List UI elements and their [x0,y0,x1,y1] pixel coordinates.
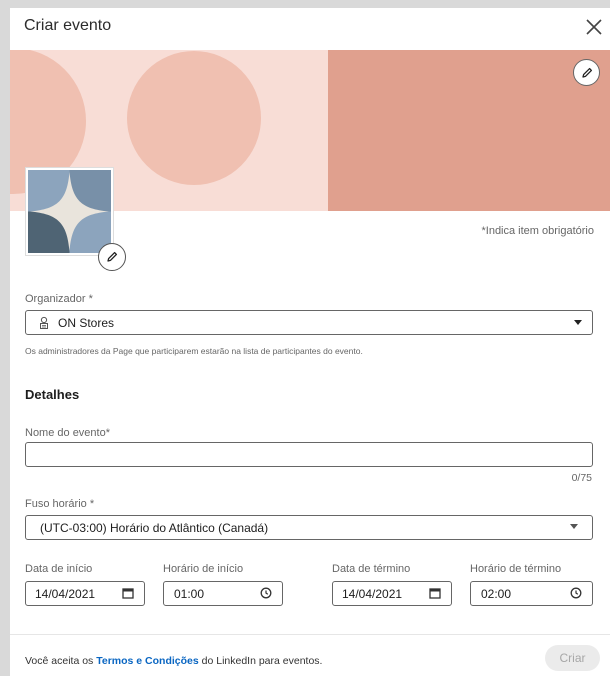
required-star: * [105,427,110,439]
timezone-select[interactable]: (UTC-03:00) Horário do Atlântico (Canadá… [25,515,593,540]
details-heading: Detalhes [25,387,80,402]
start-time-value: 01:00 [174,586,205,601]
edit-logo-button[interactable] [98,243,126,271]
required-star: * [89,498,95,510]
start-time-input[interactable]: 01:00 [163,581,283,606]
organizer-logo [25,167,114,256]
end-time-label: Horário de término [470,563,562,575]
event-name-label-text: Nome do evento [25,427,106,439]
end-date-value: 14/04/2021 [342,586,403,601]
create-event-modal: Criar evento *Indica item obrigatório Or… [10,8,610,676]
chevron-down-icon [574,320,582,325]
end-date-label: Data de término [332,563,411,575]
organizer-value: ON Stores [58,315,115,330]
start-date-input[interactable]: 14/04/2021 [25,581,145,606]
pencil-icon [107,251,118,262]
event-name-input[interactable] [25,442,593,467]
cover-right-panel [328,50,610,211]
cover-circle-center [127,51,261,185]
organizer-select[interactable]: ON Stores [25,310,593,335]
company-icon [38,316,50,330]
close-icon[interactable] [584,17,604,37]
start-time-label: Horário de início [163,563,244,575]
calendar-icon[interactable] [122,587,134,599]
timezone-label-text: Fuso horário [25,498,87,510]
modal-title: Criar evento [24,17,112,34]
terms-text: Você aceita os Termos e Condições do Lin… [25,655,322,667]
event-name-counter: 0/75 [571,472,592,484]
terms-link[interactable]: Termos e Condições [96,655,199,667]
start-date-label: Data de início [25,563,93,575]
event-name-label: Nome do evento* [25,427,110,439]
timezone-value: (UTC-03:00) Horário do Atlântico (Canadá… [40,520,269,535]
modal-header: Criar evento [10,8,610,50]
terms-text-before: Você aceita os [25,655,97,667]
terms-text-after: do LinkedIn para eventos. [198,655,323,667]
start-date-value: 14/04/2021 [35,586,96,601]
end-time-value: 02:00 [481,586,512,601]
edit-cover-button[interactable] [573,59,600,86]
clock-icon[interactable] [260,587,272,599]
chevron-down-icon [570,524,578,529]
create-button[interactable]: Criar [545,645,600,671]
required-note: *Indica item obrigatório [481,225,594,237]
organizer-label-text: Organizador [25,293,86,305]
organizer-label: Organizador * [25,293,93,305]
required-star: * [88,293,93,305]
calendar-icon[interactable] [429,587,441,599]
timezone-label: Fuso horário * [25,498,94,510]
organizer-hint: Os administradores da Page que participa… [25,346,363,356]
clock-icon[interactable] [570,587,582,599]
end-time-input[interactable]: 02:00 [470,581,593,606]
pencil-icon [581,67,592,78]
modal-footer: Você aceita os Termos e Condições do Lin… [10,634,610,676]
end-date-input[interactable]: 14/04/2021 [332,581,452,606]
